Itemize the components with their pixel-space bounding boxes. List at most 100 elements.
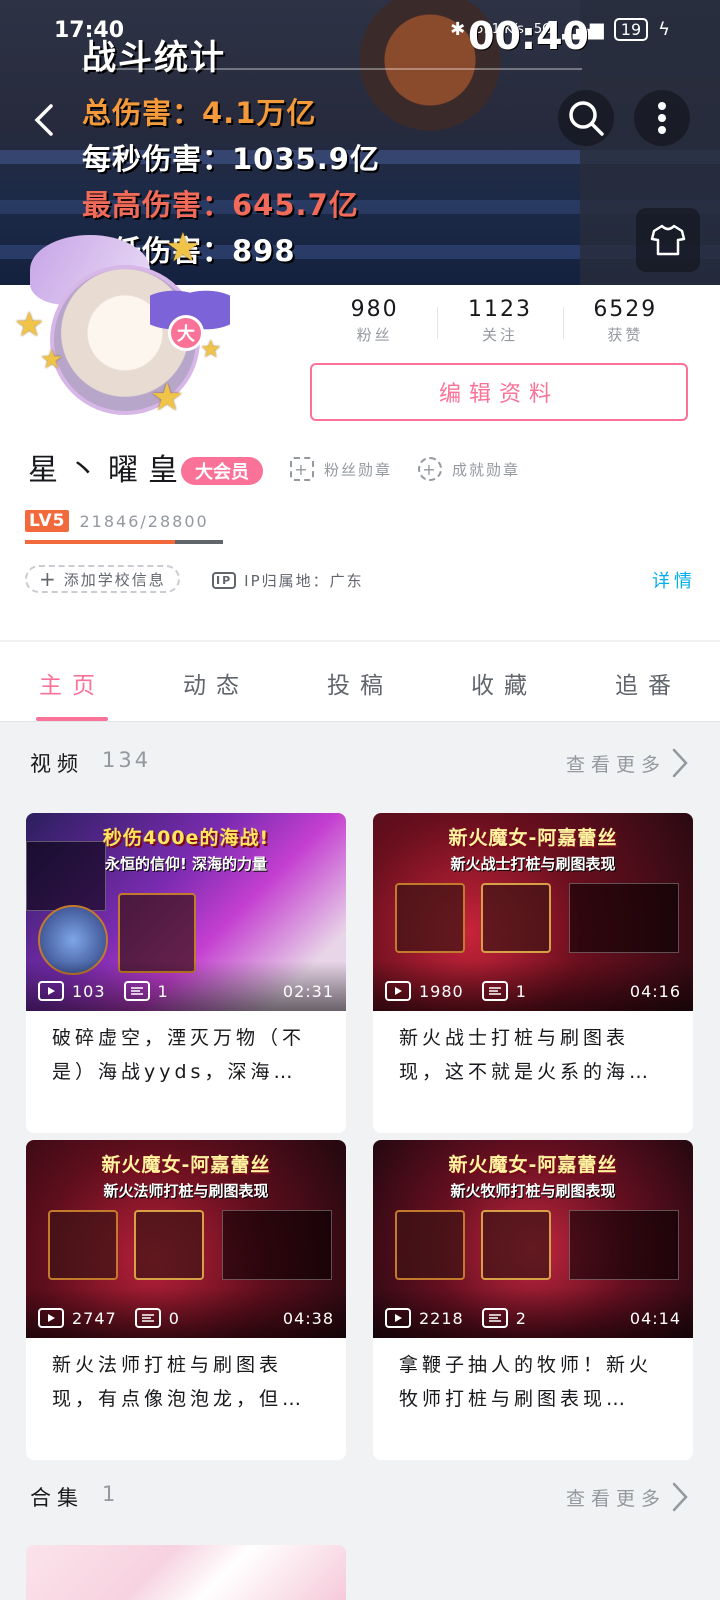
video-card[interactable]: 新火魔女-阿嘉蕾丝 新火战士打桩与刷图表现 1980 1 04:16 新火战士打…	[373, 813, 693, 1133]
play-count: 103	[72, 981, 106, 1001]
add-school-label: 添加学校信息	[63, 570, 166, 589]
likes-count[interactable]: 6529 获赞	[562, 297, 688, 345]
thumbnail-caption: 秒伤400e的海战!	[102, 827, 270, 849]
battery-icon: 19	[613, 18, 649, 41]
search-button[interactable]	[558, 90, 614, 146]
danmaku-count: 2	[515, 1308, 527, 1328]
video-thumbnail: 新火魔女-阿嘉蕾丝 新火战士打桩与刷图表现 1980 1 04:16	[373, 813, 693, 1011]
count-value: 1123	[467, 297, 532, 322]
video-card[interactable]: 新火魔女-阿嘉蕾丝 新火法师打桩与刷图表现 2747 0 04:38 新火法师打…	[26, 1140, 346, 1460]
level-info[interactable]: LV5 21846/28800	[25, 510, 209, 532]
count-label: 获赞	[607, 326, 644, 344]
stat-total-damage: 总伤害：4.1万亿	[82, 96, 317, 130]
achievement-medal-button[interactable]: + 成就勋章	[418, 457, 520, 481]
ip-location-label: IP归属地：广东	[244, 572, 364, 590]
collections-section-header: 合集 1 查看更多	[30, 1478, 690, 1518]
thumbnail-subcaption: 永恒的信仰! 深海的力量	[104, 855, 268, 873]
back-arrow-icon	[34, 104, 53, 136]
section-count: 134	[102, 748, 152, 772]
danmaku-icon	[481, 981, 508, 1001]
videos-section-header: 视频 134 查看更多	[30, 744, 690, 784]
chevron-right-icon[interactable]	[670, 746, 690, 780]
thumbnail-decoration	[569, 1210, 679, 1280]
thumbnail-decoration	[48, 1210, 118, 1280]
video-meta: 1980 1 04:16	[385, 981, 681, 1001]
level-progress-text: 21846/28800	[79, 511, 209, 531]
count-label: 粉丝	[356, 326, 393, 344]
play-count: 2218	[419, 1308, 464, 1328]
avatar[interactable]: ★ ★ ★ ★ ★ 大	[10, 225, 240, 445]
dress-up-button[interactable]	[636, 208, 700, 272]
back-button[interactable]	[16, 92, 72, 148]
video-duration: 04:16	[629, 981, 681, 1001]
video-card[interactable]: 新火魔女-阿嘉蕾丝 新火牧师打桩与刷图表现 2218 2 04:14 拿鞭子抽人…	[373, 1140, 693, 1460]
video-meta: 2747 0 04:38	[38, 1308, 334, 1328]
thumbnail-decoration	[395, 883, 465, 953]
level-badge: LV5	[25, 510, 70, 532]
divider	[82, 68, 582, 70]
username: 星丶曜皇	[28, 453, 188, 488]
video-duration: 02:31	[282, 981, 334, 1001]
profile-header: ★ ★ ★ ★ ★ 大 980 粉丝 1123 关注 6529 获赞 编辑资料 …	[0, 225, 720, 640]
video-title: 破碎虚空，湮灭万物（不是）海战yyds，深海…	[52, 1027, 306, 1083]
fan-medal-label: 粉丝勋章	[324, 460, 393, 479]
danmaku-icon	[123, 981, 150, 1001]
danmaku-count: 1	[157, 981, 169, 1001]
tab-submissions[interactable]: 投稿	[288, 642, 432, 721]
level-progress-fill	[25, 540, 176, 544]
tab-home[interactable]: 主页	[0, 642, 144, 721]
following-count[interactable]: 1123 关注	[437, 297, 562, 345]
tab-bangumi[interactable]: 追番	[576, 642, 720, 721]
thumbnail-decoration	[134, 1210, 204, 1280]
thumbnail-subcaption: 新火战士打桩与刷图表现	[450, 855, 616, 873]
stat-dps: 每秒伤害：1035.9亿	[82, 142, 380, 176]
video-title: 新火战士打桩与刷图表现，这不就是火系的海…	[399, 1027, 653, 1083]
tab-favorites[interactable]: 收藏	[432, 642, 576, 721]
danmaku-count: 1	[515, 981, 527, 1001]
video-thumbnail: 新火魔女-阿嘉蕾丝 新火牧师打桩与刷图表现 2218 2 04:14	[373, 1140, 693, 1338]
star-icon: ★	[150, 375, 185, 419]
video-duration: 04:14	[629, 1308, 681, 1328]
add-school-button[interactable]: + 添加学校信息	[25, 565, 180, 593]
more-options-button[interactable]	[634, 90, 690, 146]
video-duration: 04:38	[282, 1308, 334, 1328]
star-icon: ★	[14, 305, 45, 345]
section-count: 1	[102, 1482, 119, 1506]
thumbnail-caption: 新火魔女-阿嘉蕾丝	[448, 827, 618, 849]
danmaku-count: 0	[168, 1308, 180, 1328]
charging-icon: ϟ	[658, 19, 670, 40]
play-count-icon	[38, 981, 64, 1001]
collection-card[interactable]	[26, 1545, 346, 1600]
star-icon: ★	[165, 225, 201, 271]
vip-badge[interactable]: 大会员	[181, 457, 263, 485]
status-bar: 17:40 ✱ 591 K/s 5G ▂▄▆ 19 ϟ 00:40	[0, 0, 720, 60]
thumbnail-caption: 新火魔女-阿嘉蕾丝	[101, 1154, 271, 1176]
star-icon: ★	[40, 345, 64, 375]
edit-profile-button[interactable]: 编辑资料	[310, 363, 688, 421]
thumbnail-subcaption: 新火法师打桩与刷图表现	[103, 1182, 269, 1200]
view-more-videos-link[interactable]: 查看更多	[566, 750, 666, 777]
more-vertical-icon	[658, 102, 666, 134]
video-thumbnail: 新火魔女-阿嘉蕾丝 新火法师打桩与刷图表现 2747 0 04:38	[26, 1140, 346, 1338]
play-count-icon	[385, 981, 411, 1001]
video-card[interactable]: 秒伤400e的海战! 永恒的信仰! 深海的力量 103 1 02:31 破碎虚空…	[26, 813, 346, 1133]
overlay-clock: 00:40	[468, 14, 589, 58]
play-count: 2747	[72, 1308, 117, 1328]
video-title: 新火法师打桩与刷图表现，有点像泡泡龙，但…	[52, 1354, 306, 1410]
video-meta: 2218 2 04:14	[385, 1308, 681, 1328]
fan-medal-button[interactable]: + 粉丝勋章	[290, 457, 392, 481]
thumbnail-decoration	[481, 1210, 551, 1280]
section-title: 合集	[30, 1486, 84, 1510]
bluetooth-icon: ✱	[450, 19, 466, 40]
count-value: 6529	[593, 297, 658, 322]
thumbnail-subcaption: 新火牧师打桩与刷图表现	[450, 1182, 616, 1200]
thumbnail-decoration	[222, 1210, 332, 1280]
view-more-collections-link[interactable]: 查看更多	[566, 1484, 666, 1511]
details-link[interactable]: 详情	[652, 567, 696, 593]
plus-icon: +	[39, 567, 58, 591]
play-count-icon	[385, 1308, 411, 1328]
chevron-right-icon[interactable]	[670, 1480, 690, 1514]
achievement-medal-label: 成就勋章	[452, 460, 521, 479]
followers-count[interactable]: 980 粉丝	[312, 297, 437, 345]
tab-dynamics[interactable]: 动态	[144, 642, 288, 721]
